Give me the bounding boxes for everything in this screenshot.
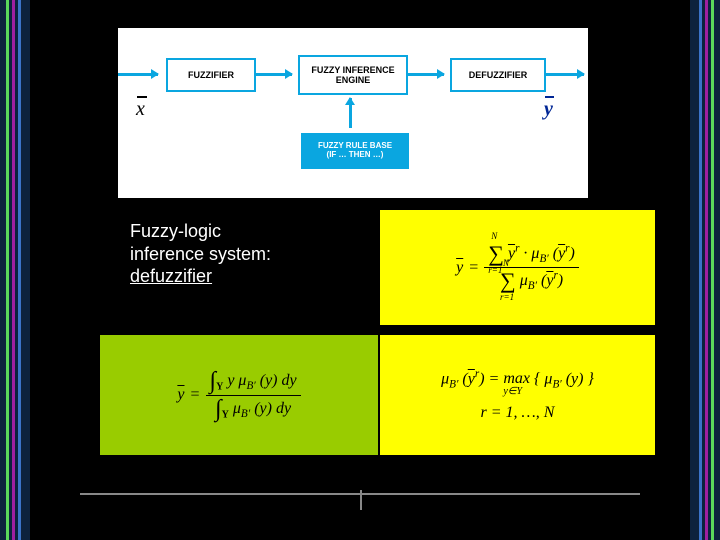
continuous-fraction: ∫Y y μB′ (y) dy ∫Y μB′ (y) dy <box>206 368 301 423</box>
arrow-rule-to-engine <box>349 98 352 128</box>
caption-line3: defuzzifier <box>130 265 271 288</box>
equals: = <box>469 259 478 277</box>
slide-stage: FUZZIFIER FUZZY INFERENCE ENGINE DEFUZZI… <box>30 0 690 540</box>
arrow-in <box>118 73 158 76</box>
discrete-fraction: N ∑ r=1 yr · μB′ (yr) N ∑ r=1 μB′ (yr) <box>484 241 579 294</box>
caption: Fuzzy-logic inference system: defuzzifie… <box>130 220 271 288</box>
continuous-lhs: y <box>177 386 184 404</box>
equals2: = <box>190 386 199 404</box>
formula-continuous-panel: y = ∫Y y μB′ (y) dy ∫Y μB′ (y) dy <box>100 335 378 455</box>
caption-line1: Fuzzy-logic <box>130 220 271 243</box>
rule-base-box: FUZZY RULE BASE (IF … THEN …) <box>301 133 409 169</box>
formula-discrete-panel: y = N ∑ r=1 yr · μB′ (yr) N ∑ <box>380 210 655 325</box>
decorative-left-bar <box>0 0 30 540</box>
formula-max-panel: μB′ (yr) = max y∈Y { μB′ (y) } r = 1, …,… <box>380 335 655 455</box>
max-line2: r = 1, …, N <box>441 404 594 422</box>
max-line1: μB′ (yr) = max y∈Y { μB′ (y) } <box>441 368 594 391</box>
fuzzifier-label: FUZZIFIER <box>188 70 234 80</box>
inference-engine-box: FUZZY INFERENCE ENGINE <box>298 55 408 95</box>
arrow-out <box>544 73 584 76</box>
rulebase-label: FUZZY RULE BASE (IF … THEN …) <box>318 142 392 160</box>
output-variable-y: y <box>544 98 553 121</box>
fuzzy-system-diagram: FUZZIFIER FUZZY INFERENCE ENGINE DEFUZZI… <box>118 28 588 198</box>
defuzzifier-label: DEFUZZIFIER <box>469 70 528 80</box>
defuzzifier-box: DEFUZZIFIER <box>450 58 546 92</box>
input-variable-x: x <box>136 98 145 121</box>
arrow-e2d <box>406 73 444 76</box>
arrow-f2e <box>254 73 292 76</box>
discrete-lhs: y <box>456 259 463 277</box>
footer-notch <box>360 490 362 510</box>
decorative-right-bar <box>690 0 720 540</box>
engine-label: FUZZY INFERENCE ENGINE <box>311 65 394 85</box>
fuzzifier-box: FUZZIFIER <box>166 58 256 92</box>
caption-line2: inference system: <box>130 243 271 266</box>
